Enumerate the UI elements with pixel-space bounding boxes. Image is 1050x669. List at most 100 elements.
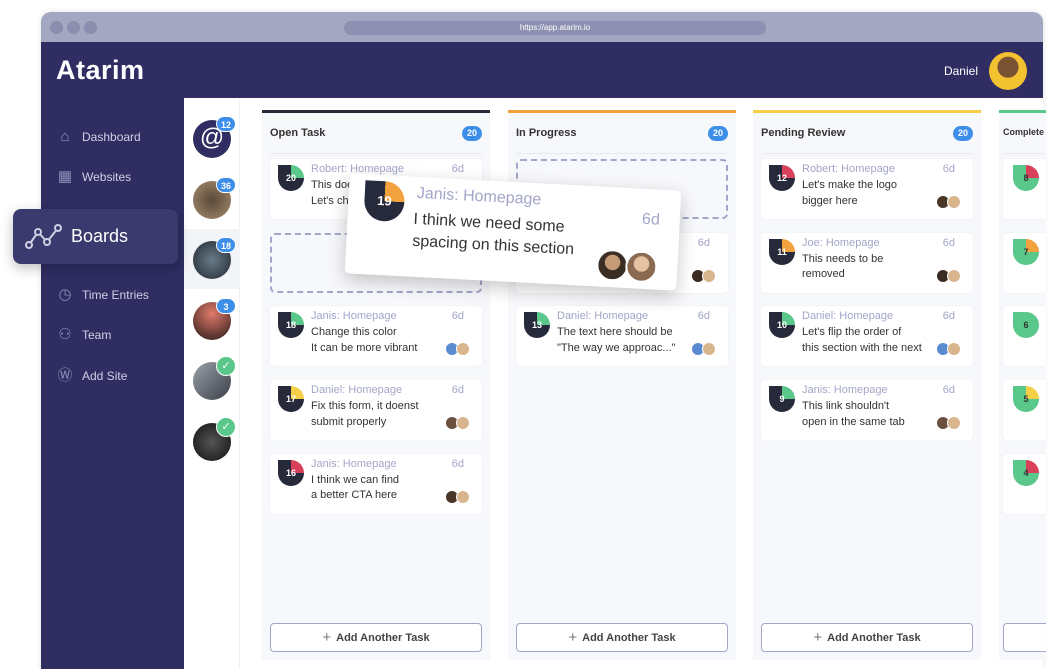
add-task-button[interactable]: +Add Another Task — [516, 623, 728, 652]
task-number-marker: 6 — [1013, 312, 1039, 339]
sidebar-item-websites[interactable]: ▦ Websites — [56, 168, 131, 186]
sidebar-item-add-site[interactable]: Ⓦ Add Site — [56, 367, 127, 385]
task-card[interactable]: 17 Daniel: Homepage 6d Fix this form, it do… — [270, 380, 482, 441]
project-item[interactable]: ✓ — [184, 350, 240, 410]
task-number-marker: 16 — [278, 459, 304, 486]
task-card[interactable]: 16 Janis: Homepage 6d I think we can find a … — [270, 453, 482, 514]
notification-badge: 36 — [216, 176, 236, 193]
avatar[interactable] — [456, 416, 470, 431]
check-icon: ✓ — [216, 356, 236, 376]
atarim-logo[interactable]: Atarim — [56, 55, 145, 86]
floating-nav-boards[interactable]: Boards — [13, 209, 178, 264]
sidebar-item-label: Websites — [82, 170, 132, 184]
add-task-label: Add Another Task — [336, 631, 430, 644]
avatar[interactable] — [947, 342, 961, 357]
window-dot[interactable] — [50, 21, 63, 34]
add-task-button[interactable]: + Add Another Task — [761, 623, 973, 652]
task-number-marker: 19 — [363, 180, 406, 223]
task-number-marker: 17 — [278, 386, 304, 413]
project-item[interactable]: @12 — [184, 108, 240, 168]
sidebar-item-label: Dashboard — [82, 130, 141, 144]
avatar[interactable] — [947, 195, 961, 209]
task-number-marker: 8 — [1013, 165, 1039, 191]
avatar[interactable] — [702, 342, 716, 357]
plus-icon: + — [322, 629, 332, 646]
add-task-button[interactable]: +Add Another Task — [1003, 623, 1046, 652]
task-number-marker: 9 — [769, 386, 795, 413]
avatar[interactable] — [624, 249, 659, 284]
assignees — [936, 195, 961, 209]
task-author: Daniel: Homepage — [311, 384, 403, 397]
task-time: 6d — [942, 384, 955, 397]
task-time: 6d — [942, 310, 955, 323]
project-item[interactable]: 18 — [184, 229, 240, 289]
add-task-label: Add Another Task — [827, 631, 921, 644]
project-item[interactable]: 3 — [184, 290, 240, 350]
task-author: Janis: Homepage — [416, 184, 542, 209]
avatar[interactable] — [947, 268, 961, 283]
task-time: 6d — [451, 384, 464, 397]
task-number-marker: 11 — [769, 238, 795, 265]
task-card[interactable]: 18 Janis: Homepage 6d Change this color It c… — [270, 306, 482, 367]
task-card[interactable]: 11 Joe: Homepage 6d This needs to be removed — [761, 232, 973, 293]
notification-badge: 12 — [216, 116, 236, 132]
avatar[interactable] — [595, 248, 630, 283]
task-time: 6d — [697, 310, 710, 323]
column-count: 20 — [462, 126, 482, 141]
sidebar-item-time-entries[interactable]: ◷ Time Entries — [56, 286, 148, 304]
task-time: 6d — [451, 457, 464, 470]
task-card[interactable]: 12 Robert: Homepage 6d Let's make the logo b… — [761, 159, 973, 219]
task-number-marker: 10 — [769, 312, 795, 339]
sidebar-item-label: Add Site — [82, 369, 128, 383]
sidebar-item-dashboard[interactable]: ⌂ Dashboard — [56, 128, 141, 146]
floating-nav-label: Boards — [71, 226, 129, 246]
plus-icon: + — [813, 629, 823, 646]
task-time: 6d — [451, 163, 464, 175]
plus-icon: + — [568, 629, 578, 646]
user-avatar[interactable] — [989, 52, 1027, 90]
column-title: Open Task — [270, 127, 326, 139]
window-dot[interactable] — [84, 21, 97, 34]
task-card[interactable]: 6 — [1003, 306, 1046, 367]
project-item[interactable]: ✓ — [184, 411, 240, 471]
user-name[interactable]: Daniel — [944, 64, 978, 78]
avatar[interactable] — [947, 416, 961, 431]
task-number-marker: 4 — [1013, 459, 1039, 486]
task-card[interactable]: 9 Janis: Homepage 6d This link shouldn't ope… — [761, 380, 973, 441]
avatar[interactable] — [702, 268, 716, 283]
task-number-marker: 12 — [769, 165, 795, 191]
task-card[interactable]: 5 — [1003, 380, 1046, 441]
task-card[interactable]: 8 — [1003, 159, 1046, 219]
assignees — [445, 342, 470, 357]
clock-icon: ◷ — [58, 286, 72, 303]
task-number-marker: 18 — [278, 312, 304, 339]
project-item[interactable]: 36 — [184, 169, 240, 229]
sidebar-item-team[interactable]: ⚇ Team — [56, 326, 111, 344]
task-author: Janis: Homepage — [802, 384, 888, 397]
task-time: 6d — [942, 163, 955, 175]
task-card[interactable]: 10 Daniel: Homepage 6d Let's flip the order… — [761, 306, 973, 367]
column-title: Pending Review — [761, 127, 846, 139]
window-dot[interactable] — [67, 21, 80, 34]
assignees — [445, 416, 470, 431]
add-task-button[interactable]: + Add Another Task — [270, 623, 482, 652]
grid-icon: ▦ — [57, 168, 73, 185]
divider — [761, 153, 973, 154]
task-author: Robert: Homepage — [802, 163, 895, 175]
avatar[interactable] — [456, 489, 470, 504]
browser-chrome: https://app.atarim.io — [41, 12, 1043, 42]
task-text: I think we need some spacing on this sect… — [411, 210, 575, 259]
assignees — [691, 342, 716, 357]
dragged-task-card[interactable]: 19 Janis: Homepage 6d I think we need so… — [344, 173, 682, 291]
column-count: 20 — [953, 126, 973, 141]
task-card[interactable]: 13 Daniel: Homepage 6d The text here should… — [516, 306, 728, 367]
task-card[interactable]: 4 — [1003, 453, 1046, 514]
task-time: 6d — [697, 236, 710, 249]
avatar[interactable] — [456, 342, 470, 357]
address-bar[interactable]: https://app.atarim.io — [344, 21, 766, 35]
divider — [1003, 153, 1046, 154]
task-author: Janis: Homepage — [311, 310, 397, 323]
task-card[interactable]: 7 — [1003, 232, 1046, 293]
app-header: Atarim Daniel — [41, 42, 1043, 98]
notification-badge: 3 — [216, 297, 236, 314]
